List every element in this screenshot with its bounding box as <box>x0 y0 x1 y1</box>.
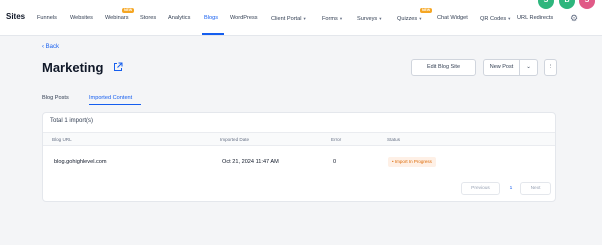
tab-imported-content[interactable]: Imported Content <box>89 95 132 101</box>
tab-webinars[interactable]: Webinars <box>105 14 129 23</box>
table-header: Blog URL Imported Date Error Status <box>43 132 555 146</box>
more-vertical-icon: ⋮ <box>547 64 554 70</box>
quizzes-new-badge: NEW <box>420 8 433 13</box>
tab-funnels[interactable]: Funnels <box>37 14 57 23</box>
quizzes-label: Quizzes <box>397 16 418 22</box>
webinars-new-badge: NEW <box>122 8 135 13</box>
active-tab-indicator <box>89 104 141 105</box>
imported-date-cell: Oct 21, 2024 11:47 AM <box>222 159 279 165</box>
back-label: Back <box>45 44 60 50</box>
tab-qr-codes[interactable]: QR Codes ▾ <box>480 14 510 23</box>
tab-url-redirects[interactable]: URL Redirects <box>517 14 553 23</box>
imports-table-card: Total 1 import(s) Blog URL Imported Date… <box>42 112 556 202</box>
tab-blog-posts[interactable]: Blog Posts <box>42 95 69 101</box>
avatar[interactable]: S <box>538 0 554 9</box>
back-link[interactable]: ‹ Back <box>42 44 59 50</box>
chevron-left-icon: ‹ <box>42 44 44 50</box>
active-tab-indicator <box>202 33 224 35</box>
next-page-button[interactable]: Next <box>520 182 551 195</box>
error-cell: 0 <box>333 159 337 165</box>
blog-url-cell: blog.gohighlevel.com <box>54 159 107 165</box>
tab-analytics[interactable]: Analytics <box>168 14 190 23</box>
more-options-button[interactable]: ⋮ <box>544 59 557 76</box>
column-header: Status <box>387 137 401 142</box>
tab-client-portal[interactable]: Client Portal ▾ <box>271 14 306 23</box>
page-number-button[interactable]: 1 <box>504 182 518 195</box>
page-title: Marketing <box>42 60 104 75</box>
tab-quizzes[interactable]: Quizzes ▾ <box>397 14 421 23</box>
tab-chat-widget[interactable]: Chat Widget <box>437 14 468 23</box>
tab-stores[interactable]: Stores <box>140 14 156 23</box>
forms-label: Forms <box>322 16 338 22</box>
avatar[interactable]: S <box>579 0 595 9</box>
tab-blogs[interactable]: Blogs <box>204 14 218 23</box>
column-header: Blog URL <box>52 137 72 142</box>
column-header: Imported Date <box>220 137 250 142</box>
total-count: Total 1 import(s) <box>50 118 94 124</box>
chevron-down-icon: ▾ <box>379 16 382 21</box>
client-portal-label: Client Portal <box>271 16 302 22</box>
status-badge: • Import In Progress <box>388 157 436 167</box>
chevron-down-icon: ▾ <box>508 16 511 21</box>
tab-surveys[interactable]: Surveys ▾ <box>357 14 381 23</box>
tab-websites[interactable]: Websites <box>70 14 93 23</box>
column-header: Error <box>331 137 342 142</box>
qr-codes-label: QR Codes <box>480 16 507 22</box>
avatar[interactable]: B <box>559 0 575 9</box>
external-link-icon[interactable] <box>113 62 123 72</box>
edit-blog-site-button[interactable]: Edit Blog Site <box>411 59 476 76</box>
top-nav: Sites Funnels Websites Webinars NEW Stor… <box>0 0 602 36</box>
chevron-down-icon: ⌄ <box>526 64 531 70</box>
tab-wordpress[interactable]: WordPress <box>230 14 258 23</box>
previous-page-button[interactable]: Previous <box>461 182 500 195</box>
tab-forms[interactable]: Forms ▾ <box>322 14 342 23</box>
chevron-down-icon: ▾ <box>339 16 343 21</box>
gear-icon[interactable]: ⚙ <box>570 13 580 23</box>
brand-title: Sites <box>6 12 26 21</box>
chevron-down-icon: ▾ <box>419 16 422 21</box>
new-post-button[interactable]: New Post <box>483 59 520 76</box>
chevron-down-icon: ▾ <box>303 16 306 21</box>
surveys-label: Surveys <box>357 16 378 22</box>
new-post-dropdown-button[interactable]: ⌄ <box>519 59 538 76</box>
